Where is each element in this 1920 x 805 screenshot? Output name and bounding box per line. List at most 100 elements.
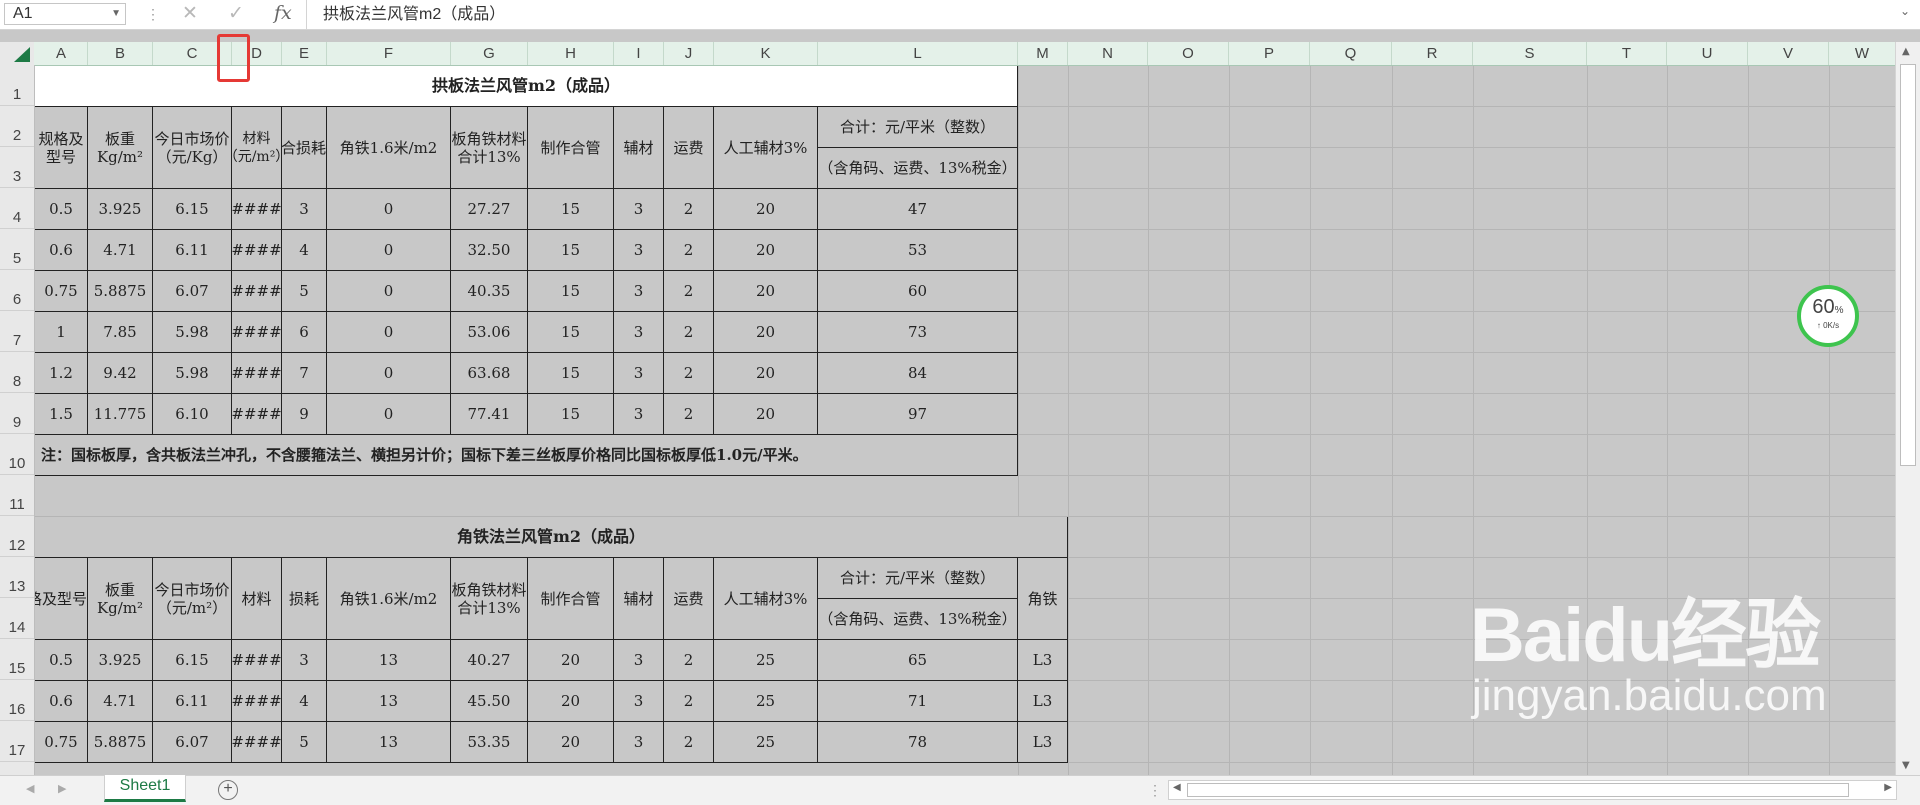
table1-cell-market-price[interactable]: 5.98 [153, 312, 232, 353]
table2-cell-total[interactable]: 71 [818, 681, 1018, 722]
table2-cell-plate-weight[interactable]: 4.71 [88, 681, 153, 722]
row-header-16[interactable]: 16 [0, 680, 34, 721]
table1-note[interactable]: 注：国标板厚，含共板法兰冲孔，不含腰箍法兰、横担另计价；国标下差三丝板厚价格同比… [35, 435, 1018, 476]
table2-cell-market-price[interactable]: 6.15 [153, 640, 232, 681]
table1-cell-accessory[interactable]: 3 [614, 271, 664, 312]
table2-header-freight[interactable]: 运费 [664, 558, 714, 640]
table2-cell-labor[interactable]: 25 [714, 722, 818, 763]
table2-cell-fabrication[interactable]: 20 [528, 640, 614, 681]
table1-cell-labor[interactable]: 20 [714, 394, 818, 435]
col-header-t[interactable]: T [1587, 42, 1667, 65]
prev-sheet-icon[interactable]: ◀ [26, 782, 34, 795]
table1-cell-freight[interactable]: 2 [664, 230, 714, 271]
table1-cell-plate-angle-total[interactable]: 32.50 [451, 230, 528, 271]
table2-cell-loss[interactable]: 4 [282, 681, 327, 722]
table1-cell-material[interactable]: #### [232, 189, 282, 230]
table1-cell-accessory[interactable]: 3 [614, 312, 664, 353]
table2-cell-plate-weight[interactable]: 3.925 [88, 640, 153, 681]
col-header-b[interactable]: B [88, 42, 153, 65]
table2-cell-loss[interactable]: 3 [282, 640, 327, 681]
table1-cell-market-price[interactable]: 6.07 [153, 271, 232, 312]
row-header-4[interactable]: 4 [0, 188, 34, 229]
network-speed-widget[interactable]: 60% ↑ 0K/s [1797, 285, 1859, 347]
row-header-1[interactable]: 1 [0, 65, 34, 106]
scroll-up-icon[interactable]: ▲ [1902, 46, 1910, 57]
table1-cell-accessory[interactable]: 3 [614, 353, 664, 394]
select-all-button[interactable] [0, 42, 34, 65]
next-sheet-icon[interactable]: ▶ [58, 782, 66, 795]
confirm-icon[interactable]: ✓ [228, 2, 244, 25]
table1-cell-plate-weight[interactable]: 7.85 [88, 312, 153, 353]
table2-cell-freight[interactable]: 2 [664, 722, 714, 763]
row-header-15[interactable]: 15 [0, 639, 34, 680]
row-header-10[interactable]: 10 [0, 434, 34, 475]
table1-cell-angle-iron[interactable]: 0 [327, 230, 451, 271]
col-header-v[interactable]: V [1748, 42, 1829, 65]
table2-header-loss[interactable]: 损耗 [282, 558, 327, 640]
cancel-icon[interactable]: ✕ [182, 2, 198, 25]
table1-cell-freight[interactable]: 2 [664, 271, 714, 312]
table2-cell-spec[interactable]: 0.75 [35, 722, 88, 763]
table1-cell-fabrication[interactable]: 15 [528, 312, 614, 353]
table2-header-plate-angle-total[interactable]: 板角铁材料合计13% [451, 558, 528, 640]
table1-header-plate-weight[interactable]: 板重Kg/m² [88, 107, 153, 189]
table1-cell-market-price[interactable]: 6.15 [153, 189, 232, 230]
formula-input[interactable]: 拱板法兰风管m2（成品） [306, 0, 1903, 29]
table2-cell-spec[interactable]: 0.5 [35, 640, 88, 681]
table1-cell-fabrication[interactable]: 15 [528, 230, 614, 271]
table1-cell-freight[interactable]: 2 [664, 312, 714, 353]
table1-cell-freight[interactable]: 2 [664, 353, 714, 394]
table2-header-accessory[interactable]: 辅材 [614, 558, 664, 640]
table2-header-fabrication[interactable]: 制作合管 [528, 558, 614, 640]
col-header-l[interactable]: L [818, 42, 1018, 65]
col-header-u[interactable]: U [1667, 42, 1748, 65]
scroll-right-icon[interactable]: ▶ [1884, 782, 1892, 793]
table2-cell-labor[interactable]: 25 [714, 681, 818, 722]
table1-header-plate-angle-total[interactable]: 板角铁材料合计13% [451, 107, 528, 189]
table1-cell-loss[interactable]: 5 [282, 271, 327, 312]
table2-cell-angle-iron[interactable]: 13 [327, 681, 451, 722]
table2-cell-freight[interactable]: 2 [664, 640, 714, 681]
table1-cell-fabrication[interactable]: 15 [528, 353, 614, 394]
table1-cell-plate-angle-total[interactable]: 77.41 [451, 394, 528, 435]
table2-cell-plate-angle-total[interactable]: 45.50 [451, 681, 528, 722]
col-header-r[interactable]: R [1392, 42, 1473, 65]
col-header-s[interactable]: S [1473, 42, 1587, 65]
table2-cell-fabrication[interactable]: 20 [528, 722, 614, 763]
sheet-tab-sheet1[interactable]: Sheet1 [104, 775, 186, 802]
col-header-m[interactable]: M [1018, 42, 1068, 65]
table1-cell-labor[interactable]: 20 [714, 189, 818, 230]
table1-cell-plate-weight[interactable]: 9.42 [88, 353, 153, 394]
table2-cell-plate-angle-total[interactable]: 40.27 [451, 640, 528, 681]
table1-cell-plate-angle-total[interactable]: 63.68 [451, 353, 528, 394]
table1-cell-angle-iron[interactable]: 0 [327, 271, 451, 312]
table1-cell-total[interactable]: 60 [818, 271, 1018, 312]
table1-cell-total[interactable]: 97 [818, 394, 1018, 435]
table2-cell-material[interactable]: #### [232, 681, 282, 722]
horizontal-scrollbar[interactable]: ◀ ▶ [1168, 780, 1897, 800]
table2-header-total-line1[interactable]: 合计：元/平米（整数） [818, 558, 1018, 599]
chevron-down-icon[interactable]: ▼ [111, 4, 121, 24]
table1-header-spec[interactable]: 规格及型号 [35, 107, 88, 189]
tab-split-handle-icon[interactable]: ⋮ [1148, 782, 1162, 799]
table2-cell-loss[interactable]: 5 [282, 722, 327, 763]
table1-cell-plate-weight[interactable]: 5.8875 [88, 271, 153, 312]
vertical-scrollbar[interactable]: ▲ ▼ [1895, 42, 1920, 775]
row-header-12[interactable]: 12 [0, 516, 34, 557]
table1-cell-market-price[interactable]: 6.10 [153, 394, 232, 435]
table1-cell-material[interactable]: #### [232, 353, 282, 394]
table1-cell-total[interactable]: 47 [818, 189, 1018, 230]
col-header-k[interactable]: K [714, 42, 818, 65]
table2-header-plate-weight[interactable]: 板重Kg/m² [88, 558, 153, 640]
row-header-2[interactable]: 2 [0, 106, 34, 147]
table1-cell-spec[interactable]: 1.2 [35, 353, 88, 394]
table1-cell-market-price[interactable]: 6.11 [153, 230, 232, 271]
add-sheet-button[interactable]: + [218, 780, 238, 800]
horizontal-scroll-thumb[interactable] [1187, 783, 1849, 797]
col-header-g[interactable]: G [451, 42, 528, 65]
table1-cell-accessory[interactable]: 3 [614, 189, 664, 230]
row-header-9[interactable]: 9 [0, 393, 34, 434]
table1-cell-freight[interactable]: 2 [664, 394, 714, 435]
table2-cell-market-price[interactable]: 6.07 [153, 722, 232, 763]
table1-cell-market-price[interactable]: 5.98 [153, 353, 232, 394]
